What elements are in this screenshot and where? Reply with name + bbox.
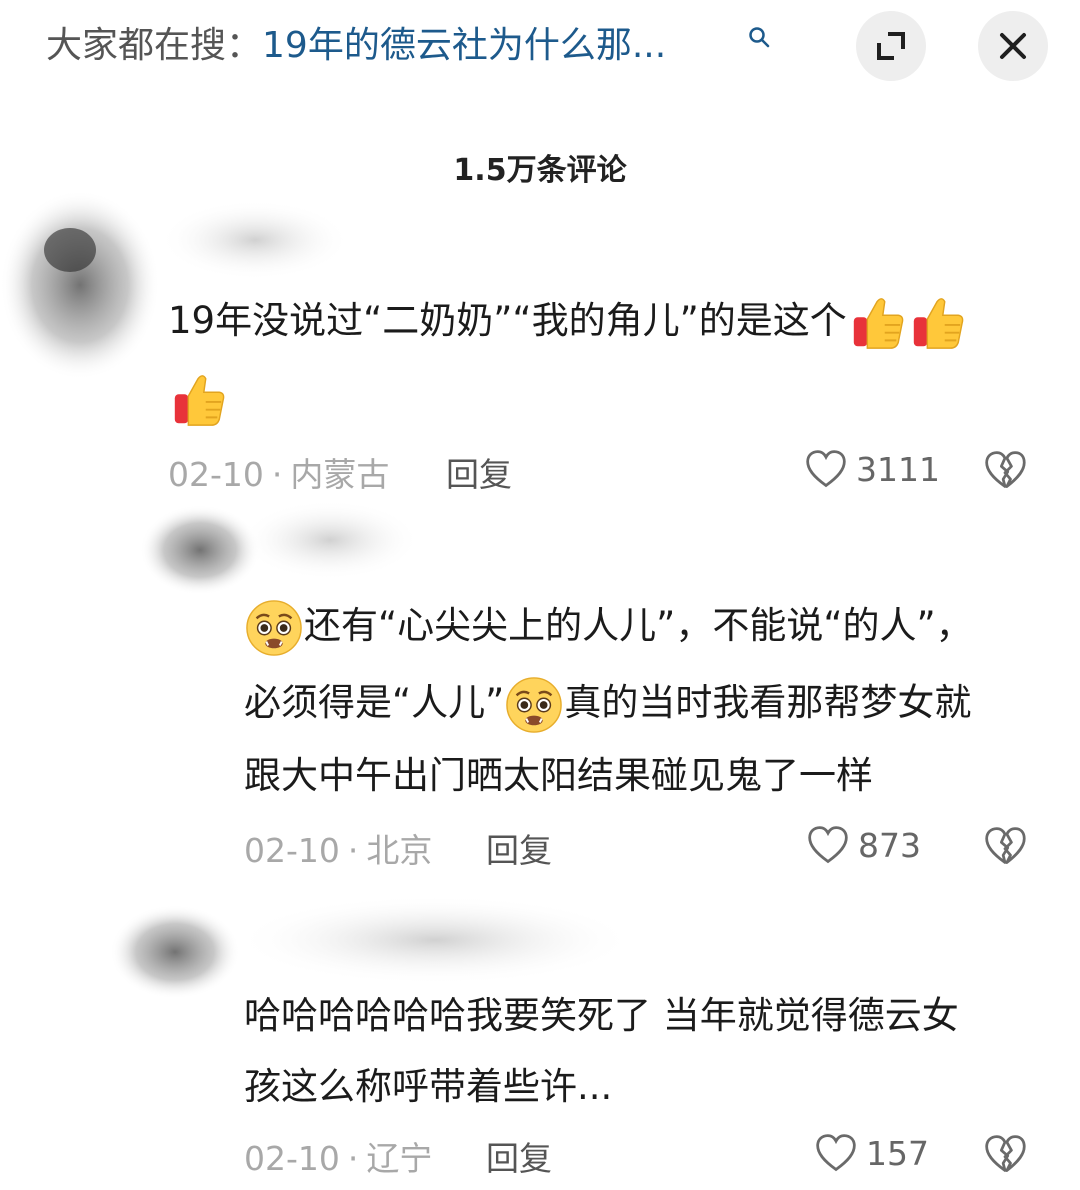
search-prefix: 大家都在搜：	[46, 25, 263, 66]
meta-separator: ·	[347, 831, 359, 870]
comment-text: 跟大中午出门晒太阳结果碰见鬼了一样	[244, 745, 873, 807]
search-icon[interactable]	[748, 26, 770, 48]
comment-line: 19年没说过“二奶奶”“我的角儿”的是这个	[168, 299, 847, 342]
username[interactable]	[235, 895, 635, 985]
avatar[interactable]	[0, 190, 160, 380]
comment-text	[168, 367, 228, 429]
like-button[interactable]: 157	[814, 1131, 929, 1175]
comment-text: 还有“心尖尖上的人儿”，不能说“的人”，	[244, 595, 973, 657]
comment-line: 必须得是“人儿”	[244, 681, 505, 724]
like-count: 873	[858, 825, 921, 865]
comment-date: 02-10	[244, 831, 340, 870]
avatar[interactable]	[110, 905, 240, 1000]
like-button[interactable]: 3111	[804, 447, 940, 491]
comment-meta: 02-10 · 内蒙古	[168, 448, 389, 496]
comment-text: 哈哈哈哈哈哈我要笑死了 当年就觉得德云女	[244, 985, 959, 1047]
like-count: 157	[866, 1133, 929, 1173]
comment-text: 孩这么称呼带着些许...	[244, 1056, 612, 1118]
broken-heart-icon[interactable]	[983, 824, 1027, 868]
comment-meta: 02-10 · 辽宁	[244, 1132, 432, 1180]
thumbs-up-emoji	[908, 294, 966, 352]
reply-button[interactable]: 回复	[486, 1132, 552, 1180]
comment-count: 1.5万条评论	[453, 153, 627, 188]
reply-button[interactable]: 回复	[486, 824, 552, 872]
broken-heart-icon[interactable]	[983, 1132, 1027, 1176]
close-button[interactable]	[978, 11, 1048, 81]
username[interactable]	[240, 500, 420, 580]
comment-text: 19年没说过“二奶奶”“我的角儿”的是这个	[168, 290, 967, 352]
expand-button[interactable]	[856, 11, 926, 81]
broken-heart-icon[interactable]	[983, 448, 1027, 492]
comment-text: 必须得是“人儿” 真的当时我看那帮梦女就	[244, 672, 971, 734]
expand-icon	[877, 32, 905, 60]
heart-icon	[804, 447, 848, 491]
search-query-link[interactable]: 19年的德云社为什么那...	[262, 25, 666, 66]
comment-location: 北京	[366, 831, 433, 870]
top-bar: 大家都在搜：19年的德云社为什么那...	[0, 0, 1080, 96]
heart-icon	[814, 1131, 858, 1175]
comment-line: 孩这么称呼带着些许...	[244, 1065, 613, 1108]
close-icon	[1000, 33, 1026, 59]
reply-button[interactable]: 回复	[446, 448, 512, 496]
thumbs-up-emoji	[848, 294, 906, 352]
comment-date: 02-10	[168, 455, 264, 494]
like-button[interactable]: 873	[806, 823, 921, 867]
comment-location: 辽宁	[366, 1139, 433, 1178]
meta-separator: ·	[271, 455, 283, 494]
comment-date: 02-10	[244, 1139, 340, 1178]
comment-line: 还有“心尖尖上的人儿”，不能说“的人”，	[304, 604, 973, 647]
thumbs-up-emoji	[169, 371, 227, 429]
comment-location: 内蒙古	[290, 455, 390, 494]
comment-line: 跟大中午出门晒太阳结果碰见鬼了一样	[244, 754, 873, 797]
comment-meta: 02-10 · 北京	[244, 824, 432, 872]
comment-line: 哈哈哈哈哈哈我要笑死了 当年就觉得德云女	[244, 994, 959, 1037]
username[interactable]	[160, 200, 350, 280]
like-count: 3111	[856, 449, 940, 489]
comment-line: 真的当时我看那帮梦女就	[564, 681, 972, 724]
heart-icon	[806, 823, 850, 867]
search-suggestion[interactable]: 大家都在搜：19年的德云社为什么那...	[46, 22, 666, 70]
pleading-face-emoji	[505, 676, 563, 734]
pleading-face-emoji	[245, 599, 303, 657]
meta-separator: ·	[347, 1139, 359, 1178]
